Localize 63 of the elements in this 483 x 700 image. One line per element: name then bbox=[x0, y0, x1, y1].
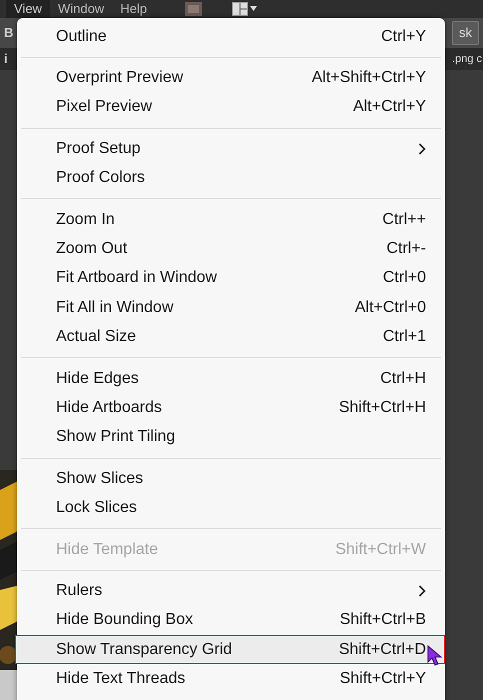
menu-item[interactable]: Pixel Preview Alt+Ctrl+Y bbox=[15, 92, 445, 122]
menu-item[interactable]: Fit All in Window Alt+Ctrl+0 bbox=[15, 293, 445, 323]
menu-item[interactable]: Hide Artboards Shift+Ctrl+H bbox=[15, 393, 445, 423]
menu-item-label: Hide Template bbox=[56, 540, 158, 560]
menu-item[interactable]: Overprint Preview Alt+Shift+Ctrl+Y bbox=[15, 63, 445, 93]
menu-item-label: Fit All in Window bbox=[56, 298, 174, 318]
shortcut-text: Ctrl+1 bbox=[382, 327, 426, 348]
menu-item[interactable]: Fit Artboard in Window Ctrl+0 bbox=[15, 264, 445, 294]
menubar-item[interactable]: View bbox=[6, 0, 50, 18]
text-fragment: i bbox=[4, 50, 8, 68]
menu-item[interactable]: Hide Edges Ctrl+H bbox=[15, 364, 445, 394]
shortcut-text: Alt+Ctrl+Y bbox=[353, 97, 426, 118]
mouse-pointer-icon bbox=[427, 645, 443, 667]
shortcut-text: Shift+Ctrl+D bbox=[338, 640, 426, 660]
shortcut-text: Shift+Ctrl+Y bbox=[340, 669, 426, 690]
menu-item[interactable]: Zoom In Ctrl++ bbox=[15, 204, 445, 234]
menu-item[interactable]: Rulers bbox=[15, 576, 445, 606]
shortcut-text: Ctrl++ bbox=[382, 210, 426, 230]
menu-item-label: Zoom Out bbox=[56, 239, 128, 260]
menu-item-label: Actual Size bbox=[56, 327, 136, 348]
menubar-item[interactable]: Window bbox=[50, 0, 112, 18]
menu-item-label: Proof Setup bbox=[56, 138, 140, 159]
shortcut-text: Ctrl+H bbox=[380, 368, 426, 389]
menu-item[interactable]: Show Print Tiling bbox=[15, 422, 445, 452]
menu-item-label: Zoom In bbox=[56, 210, 115, 230]
shortcut-text: Shift+Ctrl+H bbox=[338, 398, 426, 418]
document-tab[interactable]: .png c bbox=[452, 50, 482, 68]
menu-item-label: Rulers bbox=[56, 580, 102, 601]
shortcut-text: Shift+Ctrl+W bbox=[335, 540, 426, 560]
menu-item-label: Hide Artboards bbox=[56, 398, 162, 418]
menu-item-label: Overprint Preview bbox=[56, 68, 184, 88]
menu-item[interactable]: Lock Slices bbox=[15, 493, 445, 523]
menu-item-label: Hide Text Threads bbox=[56, 669, 186, 690]
menu-item-label: Pixel Preview bbox=[56, 97, 152, 118]
menu-item[interactable]: Show Slices bbox=[15, 464, 445, 494]
menu-item-label: Outline bbox=[56, 26, 107, 47]
menu-item-label: Show Print Tiling bbox=[56, 427, 176, 448]
menu-item[interactable]: Hide Bounding Box Shift+Ctrl+B bbox=[15, 606, 445, 636]
menu-item[interactable]: Proof Colors bbox=[15, 164, 445, 193]
shortcut-text: Ctrl+0 bbox=[382, 268, 426, 288]
shortcut-text: Alt+Shift+Ctrl+Y bbox=[312, 68, 426, 88]
shortcut-text: Alt+Ctrl+0 bbox=[354, 298, 426, 318]
menu-item-label: Lock Slices bbox=[56, 498, 137, 518]
shortcut-text: Shift+Ctrl+B bbox=[340, 610, 426, 630]
workspace-icon[interactable] bbox=[232, 2, 258, 16]
menu-item-label: Show Slices bbox=[56, 468, 144, 489]
menu-item[interactable]: Show Transparency Grid Shift+Ctrl+D bbox=[15, 635, 445, 664]
bridge-icon[interactable] bbox=[184, 2, 202, 16]
menu-item-label: Hide Edges bbox=[56, 368, 139, 389]
menu-item[interactable]: Hide Text Threads Shift+Ctrl+Y bbox=[15, 664, 445, 694]
shortcut-text: Ctrl+- bbox=[386, 239, 426, 260]
menu-item[interactable]: Actual Size Ctrl+1 bbox=[15, 322, 445, 352]
menu-item[interactable]: Zoom Out Ctrl+- bbox=[15, 234, 445, 264]
menubar-item[interactable]: Help bbox=[112, 0, 155, 18]
menu-item[interactable]: Outline Ctrl+Y bbox=[15, 22, 445, 52]
menu-item-label: Hide Bounding Box bbox=[56, 610, 193, 630]
shortcut-text: Ctrl+Y bbox=[381, 26, 426, 47]
toolbar-button[interactable]: sk bbox=[452, 21, 479, 45]
menu-item-label: Show Transparency Grid bbox=[56, 640, 232, 660]
text-fragment: B bbox=[4, 24, 14, 42]
menu-item-label: Fit Artboard in Window bbox=[56, 268, 217, 288]
menu-item-label: Proof Colors bbox=[56, 168, 145, 188]
menu-item[interactable]: Proof Setup bbox=[15, 134, 445, 164]
